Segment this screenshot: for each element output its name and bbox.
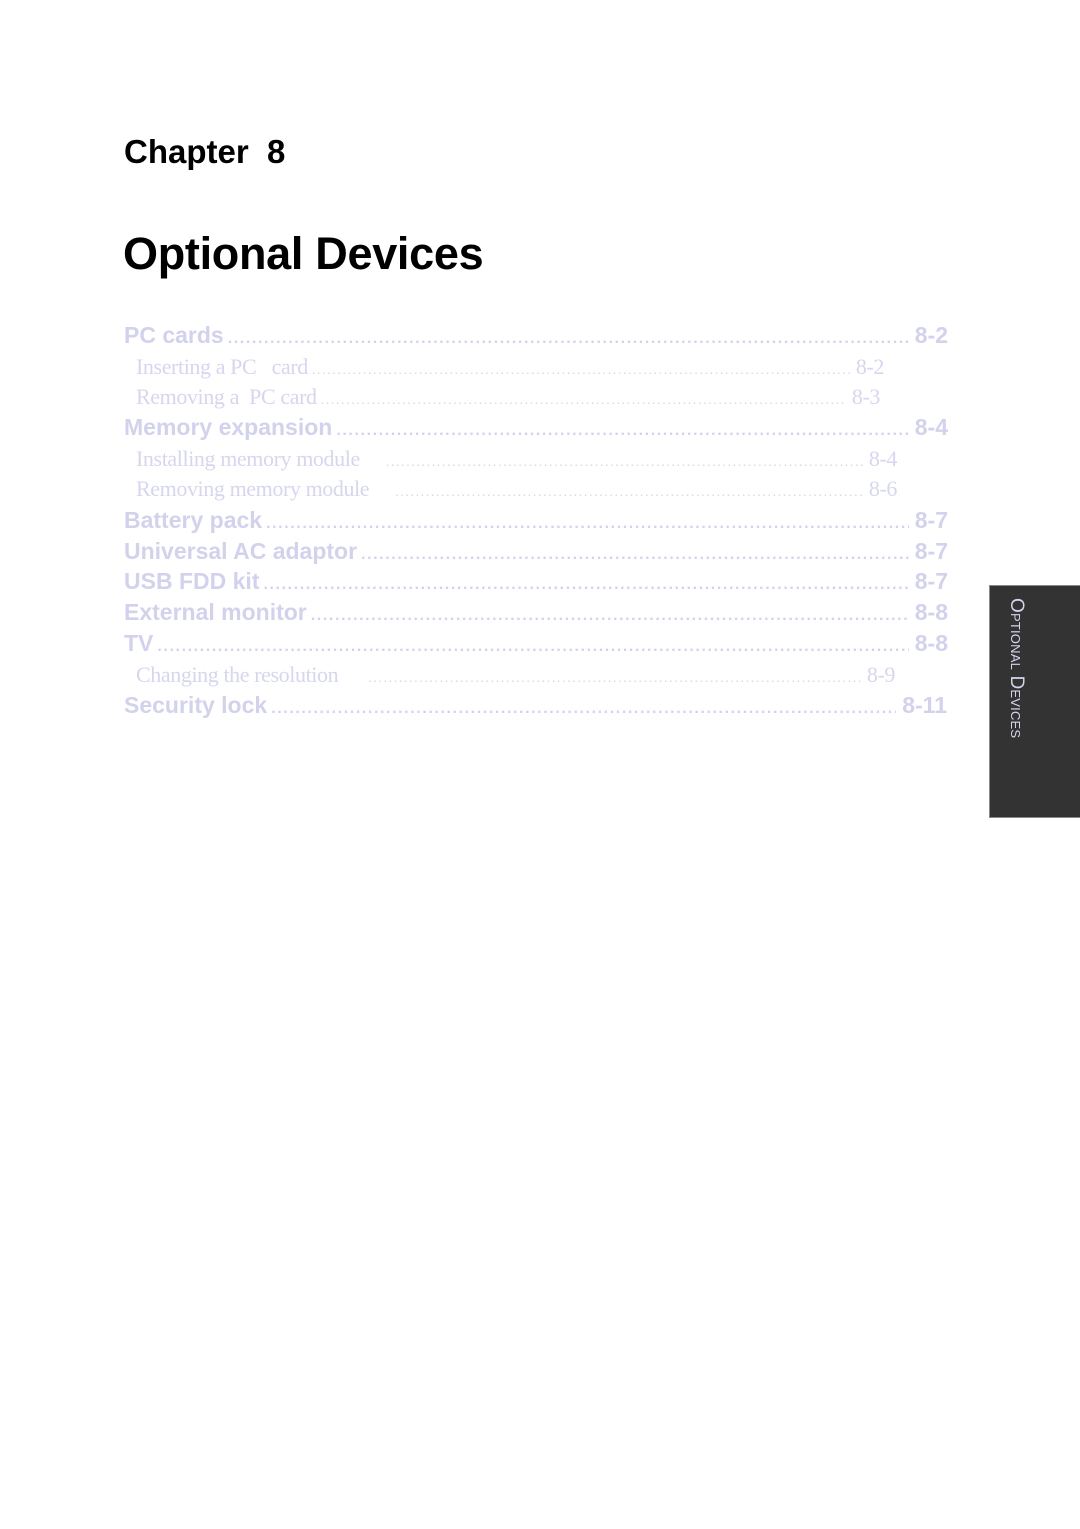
toc-entry-installing-memory-module[interactable]: Installing memory module 8-4 [136, 446, 897, 474]
dot-leader [368, 671, 861, 687]
toc-entry-removing-pc-card[interactable]: Removing a PC card 8-3 [136, 384, 880, 412]
dot-leader [228, 330, 909, 348]
toc-entry-page: 8-11 [902, 692, 947, 718]
toc-entry-page: 8-7 [914, 507, 948, 533]
toc-entry-page: 8-7 [914, 568, 948, 594]
toc-entry-page: 8-8 [914, 630, 948, 656]
toc-entry-tv[interactable]: TV 8-8 [124, 630, 948, 660]
toc-entry-universal-ac-adaptor[interactable]: Universal AC adaptor 8-7 [124, 538, 948, 568]
toc-entry-title: Changing the resolution [136, 662, 339, 687]
toc-entry-page: 8-4 [914, 414, 948, 440]
toc-entry-external-monitor[interactable]: External monitor 8-8 [124, 599, 948, 629]
toc-entry-title: Inserting a PC card [136, 354, 308, 379]
toc-entry-page: 8-3 [851, 384, 880, 409]
toc-entry-title: Security lock [124, 692, 268, 718]
toc-entry-page: 8-6 [868, 476, 897, 501]
toc-entry-page: 8-7 [914, 538, 948, 564]
dot-leader [271, 700, 896, 718]
toc-entry-title: Installing memory module [136, 446, 360, 471]
dot-leader [157, 638, 908, 656]
toc-entry-page: 8-2 [855, 354, 884, 379]
dot-leader [386, 455, 863, 471]
toc-entry-page: 8-2 [914, 322, 948, 348]
toc-entry-security-lock[interactable]: Security lock 8-11 [124, 692, 947, 722]
dot-leader [263, 576, 908, 594]
toc-entry-title: Removing a PC card [136, 384, 317, 409]
toc-entry-title: Removing memory module [136, 476, 370, 501]
toc-entry-title: PC cards [124, 322, 224, 348]
toc-entry-removing-memory-module[interactable]: Removing memory module 8-6 [136, 476, 897, 504]
table-of-contents: PC cards 8-2 Inserting a PC card 8-2 Rem… [0, 0, 1080, 1529]
dot-leader [336, 422, 908, 440]
chapter-side-tab [989, 585, 1080, 818]
toc-entry-pc-cards[interactable]: PC cards 8-2 [124, 322, 948, 352]
toc-entry-title: Universal AC adaptor [124, 538, 358, 564]
toc-entry-title: External monitor [124, 599, 307, 625]
dot-leader [395, 485, 863, 501]
toc-entry-memory-expansion[interactable]: Memory expansion 8-4 [124, 414, 948, 444]
dot-leader [311, 607, 909, 625]
dot-leader [321, 393, 846, 409]
toc-entry-battery-pack[interactable]: Battery pack 8-7 [124, 507, 948, 537]
side-tab-label: Optional Devices [1006, 598, 1027, 739]
toc-entry-page: 8-4 [868, 446, 897, 471]
toc-entry-title: USB FDD kit [124, 568, 260, 594]
toc-entry-title: Battery pack [124, 507, 263, 533]
toc-entry-title: Memory expansion [124, 414, 333, 440]
dot-leader [312, 363, 850, 379]
dot-leader [266, 515, 909, 533]
toc-entry-changing-the-resolution[interactable]: Changing the resolution 8-9 [136, 662, 895, 690]
toc-entry-page: 8-9 [866, 662, 895, 687]
toc-entry-title: TV [124, 630, 154, 656]
toc-entry-usb-fdd-kit[interactable]: USB FDD kit 8-7 [124, 568, 948, 598]
toc-entry-page: 8-8 [914, 599, 948, 625]
toc-entry-inserting-pc-card[interactable]: Inserting a PC card 8-2 [136, 354, 884, 382]
dot-leader [361, 546, 909, 564]
